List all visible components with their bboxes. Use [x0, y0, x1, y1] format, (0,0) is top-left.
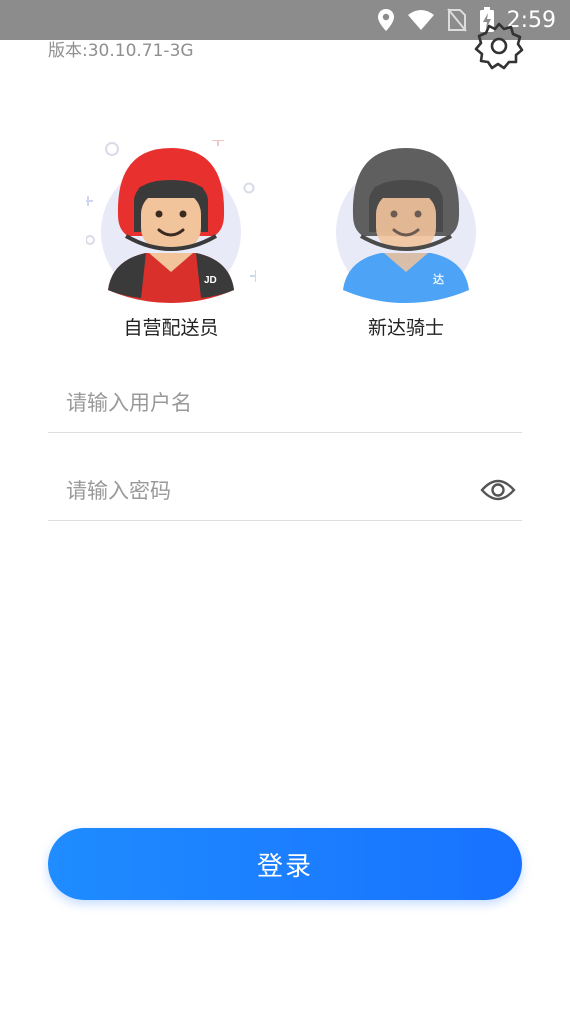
role-dada-rider[interactable]: 达 新达骑士 — [321, 140, 491, 340]
rider-avatar: 达 — [321, 140, 491, 305]
location-icon — [377, 9, 394, 31]
gear-icon — [474, 22, 524, 70]
password-field-container — [48, 466, 522, 521]
password-input[interactable] — [48, 466, 466, 516]
settings-button[interactable] — [474, 20, 524, 70]
login-button[interactable]: 登录 — [48, 828, 522, 900]
status-icons: 2:59 — [377, 0, 556, 40]
username-field-container — [48, 378, 522, 433]
role-self-operated-courier[interactable]: JD 自营配送员 — [83, 134, 262, 340]
wifi-icon — [407, 10, 434, 30]
svg-text:JD: JD — [204, 275, 217, 286]
role-label-dada: 新达骑士 — [367, 317, 444, 339]
red-helmet-courier-avatar: JD — [83, 134, 262, 303]
username-input[interactable] — [48, 378, 466, 428]
version-label: 版本:30.10.71-3G — [48, 41, 194, 61]
toggle-password-visibility-button[interactable] — [480, 475, 516, 505]
no-sim-icon — [446, 8, 467, 32]
grey-helmet-rider-avatar: 达 — [336, 148, 476, 303]
role-label-self-operated: 自营配送员 — [123, 317, 219, 339]
courier-avatar: JD — [83, 134, 262, 305]
svg-text:达: 达 — [433, 272, 444, 286]
eye-icon — [480, 479, 516, 501]
